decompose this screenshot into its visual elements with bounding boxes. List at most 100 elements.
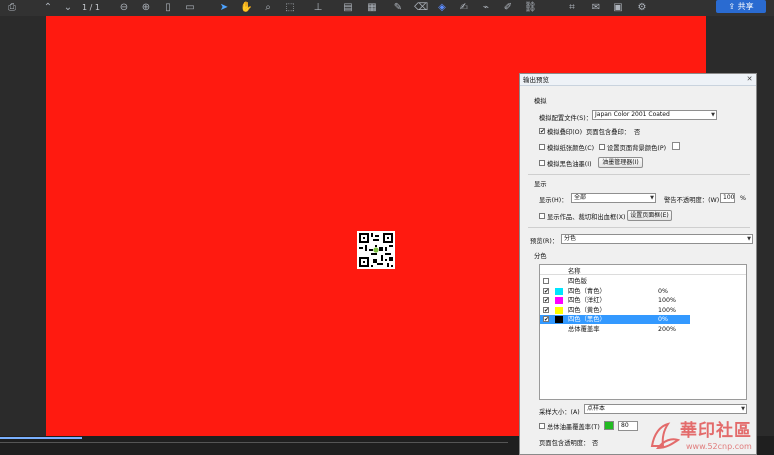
bg-color-label: 设置页面背景颜色(P) — [607, 145, 667, 152]
separation-checkbox[interactable]: ✔ — [543, 306, 549, 313]
zoom-in-icon[interactable]: ⊕ — [140, 2, 152, 14]
separation-checkbox[interactable]: ✔ — [543, 287, 549, 294]
zoom-out-icon[interactable]: ⊖ — [118, 2, 130, 14]
art-trim-label: 显示作品、裁切和出血框(X) — [547, 214, 626, 221]
total-coverage-checkbox[interactable] — [539, 423, 545, 429]
show-select-value: 全部 — [574, 194, 587, 201]
dialog-titlebar[interactable]: 输出预览 ✕ — [520, 74, 756, 86]
page-indicator[interactable]: 1 / 1 — [82, 2, 112, 14]
show-label: 显示(H)： — [539, 197, 568, 204]
separation-name: 四色版 — [568, 278, 587, 285]
display-section-label: 显示 — [534, 181, 547, 188]
preview-select-value: 分色 — [564, 235, 577, 242]
select-arrow-icon[interactable]: ➤ — [218, 2, 230, 14]
separation-row[interactable]: 四色版 — [540, 277, 690, 286]
sample-size-label: 采样大小：(A) — [539, 409, 580, 416]
page-box-button[interactable]: 设置页面框(E) — [627, 210, 672, 221]
profile-label: 模拟配置文件(S)： — [539, 115, 592, 122]
separation-checkbox[interactable]: ✔ — [543, 297, 549, 304]
percent-label: % — [740, 195, 746, 202]
separation-color-swatch — [555, 297, 563, 304]
chevron-down-icon: ▼ — [741, 406, 745, 412]
horizontal-scrollbar[interactable] — [0, 442, 508, 443]
section-divider — [528, 174, 750, 175]
profile-select-value: Japan Color 2001 Coated — [595, 111, 670, 118]
separation-value: 200% — [658, 325, 677, 333]
link-icon[interactable]: ⛓ — [524, 2, 537, 14]
crop-icon[interactable]: ⌗ — [566, 2, 578, 14]
stamp-icon[interactable]: ⊥ — [312, 2, 324, 14]
separations-list[interactable]: 名称 四色版 ✔ 四色（青色） 0% ✔ 四色（洋红） 100% ✔ 四色（黄色） 100% ✔ 四色… — [539, 264, 747, 400]
hand-icon[interactable]: ✋ — [240, 2, 252, 14]
page-icon[interactable]: ▯ — [162, 2, 174, 14]
separation-checkbox[interactable]: ✔ — [543, 316, 549, 323]
separations-section-label: 分色 — [534, 253, 547, 260]
print-icon[interactable]: ⎙ — [6, 2, 18, 14]
paper-color-label: 模拟纸张颜色(C) — [547, 145, 595, 152]
sign-icon[interactable]: ✍ — [458, 2, 470, 14]
separation-color-swatch — [555, 287, 563, 295]
watermark: 華印社區 www.52cnp.com — [642, 416, 774, 455]
image-icon[interactable]: ▣ — [612, 2, 624, 14]
ink-manager-button[interactable]: 油墨管理器(I) — [598, 157, 643, 168]
close-icon[interactable]: ✕ — [745, 75, 754, 84]
zoom-icon[interactable]: ⌕ — [262, 2, 274, 14]
black-ink-checkbox[interactable] — [539, 160, 545, 166]
dialog-title: 输出预览 — [523, 76, 549, 84]
separation-row[interactable]: ✔ 四色（黄色） 100% — [540, 306, 690, 315]
section-divider — [528, 227, 750, 228]
profile-select[interactable]: Japan Color 2001 Coated ▼ — [592, 110, 717, 120]
document-icon[interactable]: ▦ — [366, 2, 378, 14]
qr-code-graphic — [357, 231, 395, 269]
page-transparency-value: 否 — [592, 440, 599, 447]
loading-progress-bar — [0, 437, 82, 439]
separation-color-swatch — [555, 306, 563, 314]
share-button[interactable]: ⇪ 共享 — [716, 0, 766, 13]
overprint-label: 模拟叠印(O) — [547, 129, 583, 136]
show-select[interactable]: 全部 ▼ — [571, 193, 656, 203]
separation-row[interactable]: ✔ 四色（洋红） 100% — [540, 296, 690, 305]
separation-name: 总体覆盖率 — [568, 325, 600, 333]
column-header-name[interactable]: 名称 — [568, 266, 581, 275]
tools-icon[interactable]: ⚙ — [636, 2, 648, 14]
warning-opacity-input[interactable]: 100 — [720, 193, 735, 203]
art-trim-checkbox[interactable] — [539, 213, 545, 219]
paper-color-checkbox[interactable] — [539, 144, 545, 150]
separation-value: 0% — [658, 316, 668, 323]
bg-color-swatch-button[interactable] — [672, 142, 680, 150]
marquee-icon[interactable]: ⬚ — [284, 2, 296, 14]
total-coverage-color-swatch[interactable] — [604, 421, 614, 430]
separations-list-header: 名称 — [540, 265, 746, 275]
up-arrow-icon[interactable]: ⌃ — [42, 2, 54, 14]
bg-color-checkbox[interactable] — [599, 144, 605, 150]
watermark-url: www.52cnp.com — [686, 442, 752, 451]
sample-size-value: 点样本 — [587, 405, 606, 412]
watermark-logo-icon — [650, 422, 680, 450]
down-arrow-icon[interactable]: ⌄ — [62, 2, 74, 14]
total-coverage-input[interactable]: 80 — [618, 421, 638, 431]
main-toolbar: ⎙ ⌃ ⌄ 1 / 1 ⊖ ⊕ ▯ ▭ ➤ ✋ ⌕ ⬚ ⊥ ▤ ▦ ✎ ⌫ ◈ … — [0, 0, 774, 16]
pages-icon[interactable]: ▭ — [184, 2, 196, 14]
overprint-checkbox[interactable]: ✔ — [539, 128, 545, 135]
separation-value: 0% — [658, 287, 668, 295]
pen-icon[interactable]: ✎ — [392, 2, 404, 14]
separation-checkbox[interactable] — [543, 278, 549, 284]
separation-row[interactable]: ✔ 四色（青色） 0% — [540, 287, 690, 296]
sample-size-select[interactable]: 点样本 ▼ — [584, 404, 747, 414]
measure-icon[interactable]: ▤ — [342, 2, 354, 14]
qr-code-image — [357, 231, 395, 269]
preview-select[interactable]: 分色 ▼ — [561, 234, 753, 244]
edit-icon[interactable]: ✐ — [502, 2, 514, 14]
highlight-icon[interactable]: ⌁ — [480, 2, 492, 14]
separation-row[interactable]: ✔ 四色（黑色） 0% — [540, 315, 690, 324]
page-transparency-label: 页面包含透明度： — [539, 440, 590, 447]
color-icon[interactable]: ◈ — [436, 2, 448, 14]
separation-row[interactable]: 总体覆盖率 200% — [540, 325, 690, 334]
share-icon: ⇪ — [728, 2, 738, 11]
mail-icon[interactable]: ✉ — [590, 2, 602, 14]
separation-name: 四色（黑色） — [568, 316, 606, 323]
page-overprint-label: 页面包含叠印： — [586, 129, 631, 136]
warning-opacity-label: 警告不透明度：(W) — [664, 197, 720, 204]
eraser-icon[interactable]: ⌫ — [414, 2, 428, 14]
chevron-down-icon: ▼ — [747, 236, 751, 242]
